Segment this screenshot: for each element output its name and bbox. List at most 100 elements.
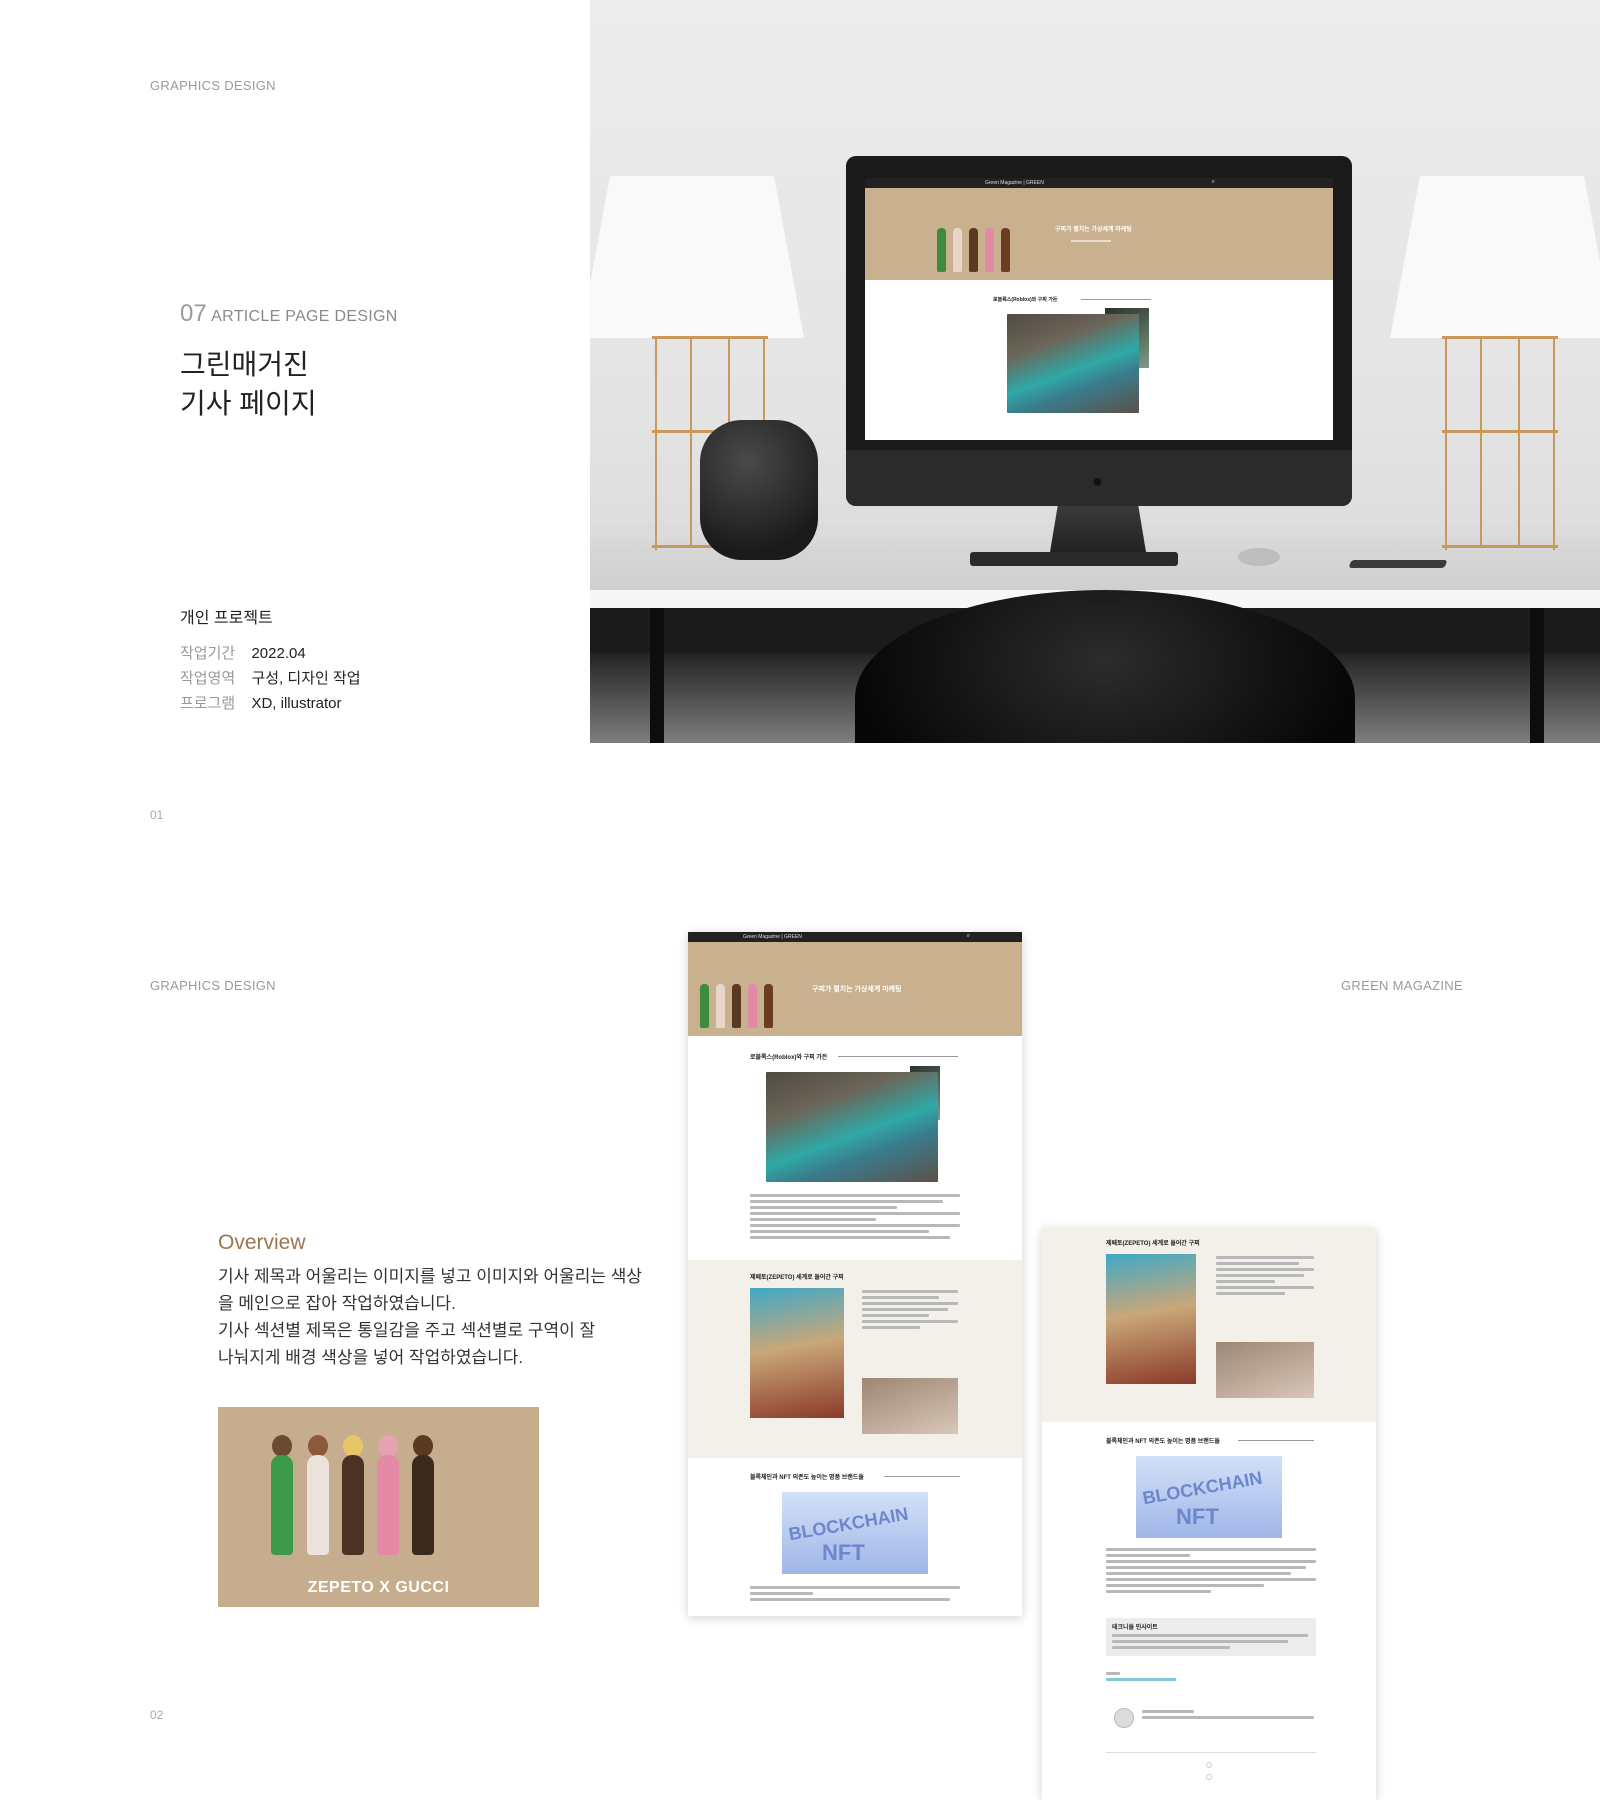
lamp-shade-left [590,176,804,338]
search-icon: ⌕ [1211,179,1215,185]
desk-leg [1530,608,1544,743]
screen-hero-title: 구찌가 펼치는 가상세계 마케팅 [1055,227,1132,233]
mockup-paragraph [750,1194,960,1242]
avatar-figure [748,984,757,1028]
mockup-section-title: 제페토(ZEPETO) 세계로 들어간 구찌 [1106,1241,1200,1247]
monitor-screen: Green Magazine | GREEN ⌕ 구찌가 펼치는 가상세계 마케… [865,178,1333,440]
mockup-hero: 구찌가 펼치는 가상세계 마케팅 [688,942,1022,1036]
screen-hero-subtitle [1071,240,1111,242]
pager-dot [1206,1774,1212,1780]
project-category: ARTICLE PAGE DESIGN [211,308,398,325]
mockup-insight-title: 테크니들 인사이트 [1112,1625,1158,1631]
page-number: 02 [150,1708,164,1722]
article-page-mockup-a: Green Magazine | GREEN ⌕ 구찌가 펼치는 가상세계 마케… [688,932,1022,1616]
mockup-game-image [766,1072,938,1182]
mockup-paragraph [1106,1548,1316,1596]
mockup-section-title: 로블록스(Roblox)와 구찌 가든 [750,1055,828,1061]
project-title-line2: 기사 페이지 [180,388,317,419]
mockup-gucci-image [1216,1342,1314,1398]
avatar-figure [764,984,773,1028]
search-icon: ⌕ [966,933,970,939]
detail-key: 작업영역 [180,670,236,687]
mockup-paragraph [750,1586,960,1604]
overview-text: 기사 제목과 어울리는 이미지를 넣고 이미지와 어울리는 색상 을 메인으로 … [218,1263,648,1371]
detail-row: 작업기간 2022.04 [180,642,361,667]
mockup-zepeto-section [1042,1228,1376,1422]
screen-title-rule [1081,299,1151,300]
avatar-figure [700,984,709,1028]
mockup-section-title: 제페토(ZEPETO) 세계로 들어간 구찌 [750,1275,844,1281]
overview-line: 기사 섹션별 제목은 통일감을 주고 섹션별로 구역이 잘 [218,1321,596,1340]
section-category: GRAPHICS DESIGN [150,78,276,93]
imac-stand [1050,506,1146,552]
nft-word: NFT [822,1540,865,1565]
desk-leg [650,608,664,743]
screen-section-title: 로블록스(Roblox)와 구찌 가든 [993,297,1058,303]
avatar-figure [953,228,962,272]
divider [1106,1752,1316,1753]
mockup-zepeto-image [1106,1254,1196,1384]
mockup-section-title: 블록체인과 NFT 의존도 높이는 명품 브랜드들 [750,1475,864,1481]
avatar-figure [342,1455,364,1555]
mockup-source-link [1106,1672,1176,1684]
pager-dot [1206,1762,1212,1768]
project-type: 개인 프로젝트 [180,610,273,627]
project-details: 작업기간 2022.04 작업영역 구성, 디자인 작업 프로그램 XD, il… [180,642,361,717]
overview-line: 나눠지게 배경 색상을 넣어 작업하였습니다. [218,1348,524,1367]
project-number-line: 07 ARTICLE PAGE DESIGN [180,300,398,328]
avatar-figure [1001,228,1010,272]
detail-key: 프로그램 [180,695,236,712]
page-number: 01 [150,808,164,822]
project-title-line1: 그린매거진 [180,349,309,380]
desk-mockup-photo: ● Green Magazine | GREEN ⌕ 구찌가 펼치는 가상세계 … [590,0,1600,743]
avatar-figure [307,1455,329,1555]
avatar-head [308,1435,328,1457]
image-caption: ZEPETO X GUCCI [307,1579,450,1596]
project-number: 07 [180,300,207,327]
avatar-figure [969,228,978,272]
lamp-bar [1480,338,1520,548]
avatar-figure [412,1455,434,1555]
mockup-zepeto-image [750,1288,844,1418]
avatar-figure [377,1455,399,1555]
nft-word: NFT [1176,1504,1219,1529]
zepeto-gucci-image: ZEPETO X GUCCI [218,1407,539,1607]
phone [1348,560,1448,568]
article-page-mockup-b: 제페토(ZEPETO) 세계로 들어간 구찌 블록체인과 NFT 의존도 높이는… [1042,1228,1376,1800]
detail-value: 구성, 디자인 작업 [251,670,361,687]
avatar-head [343,1435,363,1457]
mockup-blockchain-image: BLOCKCHAIN NFT [1136,1456,1282,1538]
mockup-blockchain-image: BLOCKCHAIN NFT [782,1492,928,1574]
mockup-section-title: 블록체인과 NFT 의존도 높이는 명품 브랜드들 [1106,1439,1220,1445]
overview-line: 기사 제목과 어울리는 이미지를 넣고 이미지와 어울리는 색상 [218,1267,643,1286]
mockup-zepeto-section [688,1260,1022,1458]
mockup-paragraph [1112,1634,1308,1652]
avatar-figure [985,228,994,272]
detail-key: 작업기간 [180,645,236,662]
mockup-nav-brand: Green Magazine | GREEN [743,934,802,940]
avatar-head [272,1435,292,1457]
avatar-figure [732,984,741,1028]
author-bio [1142,1710,1314,1722]
avatar-head [413,1435,433,1457]
overview-line: 을 메인으로 잡아 작업하였습니다. [218,1294,456,1313]
screen-hero: 구찌가 펼치는 가상세계 마케팅 [865,188,1333,280]
screen-nav-brand: Green Magazine | GREEN [985,180,1044,186]
screen-game-image [1007,314,1139,413]
avatar-figure [271,1455,293,1555]
mouse [1238,548,1280,566]
detail-row: 프로그램 XD, illustrator [180,692,361,717]
avatar-head [378,1435,398,1457]
keyboard [970,552,1178,566]
mockup-paragraph [1216,1256,1314,1298]
mockup-title-rule [884,1476,960,1477]
mockup-title-rule [838,1056,958,1057]
brand-label: GREEN MAGAZINE [1341,978,1463,993]
overview-heading: Overview [218,1231,306,1254]
mockup-nav: Green Magazine | GREEN ⌕ [688,932,1022,942]
detail-value: XD, illustrator [251,695,342,712]
section-category: GRAPHICS DESIGN [150,978,276,993]
mockup-hero-title: 구찌가 펼치는 가상세계 마케팅 [812,986,902,993]
avatar-figure [937,228,946,272]
detail-value: 2022.04 [251,645,306,662]
